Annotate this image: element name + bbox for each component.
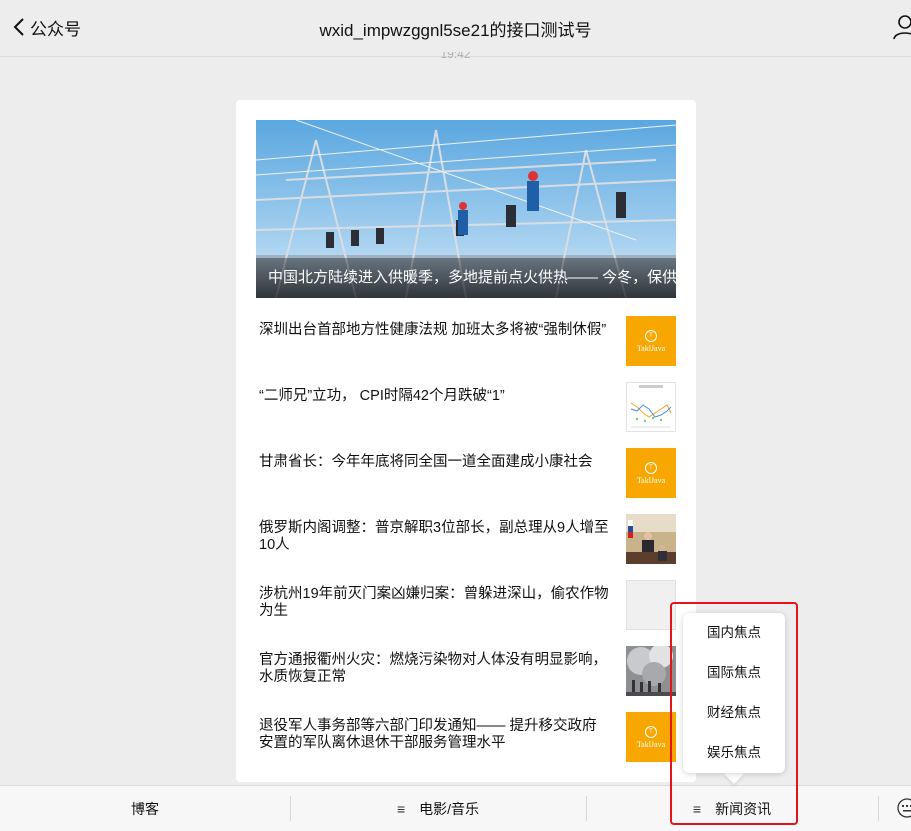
submenu-icon: ≡: [396, 800, 406, 817]
submenu-item-international[interactable]: 国际焦点: [683, 653, 785, 693]
article-item[interactable]: 退役军人事务部等六部门印发通知—— 提升移交政府安置的军队离休退休干部服务管理水…: [236, 694, 696, 762]
takljava-logo-thumbnail: T TaklJava: [626, 316, 676, 366]
article-item[interactable]: 涉杭州19年前灭门案凶嫌归案：曾躲进深山，偷农作物为生: [236, 562, 696, 630]
news-article-card: 中国北方陆续进入供暖季，多地提前点火供热—— 今冬，保供 深圳出台首部地方性健康…: [236, 100, 696, 782]
menu-tab-blog[interactable]: 博客: [0, 786, 290, 831]
message-timestamp: 19:42: [440, 52, 471, 60]
submenu-item-domestic[interactable]: 国内焦点: [683, 613, 785, 653]
article-item[interactable]: 深圳出台首部地方性健康法规 加班太多将被“强制休假” T TaklJava: [236, 298, 696, 366]
hero-article[interactable]: 中国北方陆续进入供暖季，多地提前点火供热—— 今冬，保供: [256, 120, 676, 298]
keyboard-toggle-icon[interactable]: [897, 798, 911, 818]
takljava-logo-thumbnail: T TaklJava: [626, 448, 676, 498]
article-title: 涉杭州19年前灭门案凶嫌归案：曾躲进深山，偷农作物为生: [259, 586, 609, 619]
article-list: 深圳出台首部地方性健康法规 加班太多将被“强制休假” T TaklJava “二…: [236, 298, 696, 762]
profile-icon[interactable]: [893, 14, 911, 40]
article-title: 甘肃省长：今年年底将同全国一道全面建成小康社会: [259, 454, 593, 470]
top-nav-bar: 公众号 wxid_impwzggnl5se21的接口测试号: [0, 0, 911, 57]
article-title: 退役军人事务部等六部门印发通知—— 提升移交政府安置的军队离休退休干部服务管理水…: [259, 718, 597, 751]
menu-tab-label: 电影/音乐: [419, 800, 480, 817]
article-title: “二师兄”立功， CPI时隔42个月跌破“1”: [259, 388, 505, 404]
submenu-item-entertainment[interactable]: 娱乐焦点: [683, 733, 785, 773]
chart-thumbnail: [626, 382, 676, 432]
page-title: wxid_impwzggnl5se21的接口测试号: [319, 21, 592, 40]
meeting-photo-thumbnail: [626, 514, 676, 564]
takljava-logo-thumbnail: T TaklJava: [626, 712, 676, 762]
smoke-photo-thumbnail: [626, 646, 676, 696]
submenu-icon: ≡: [692, 800, 702, 817]
menu-tab-label: 新闻资讯: [715, 800, 772, 817]
article-item[interactable]: 甘肃省长：今年年底将同全国一道全面建成小康社会 T TaklJava: [236, 430, 696, 498]
menu-tab-news[interactable]: ≡ 新闻资讯: [586, 786, 878, 831]
submenu-item-finance[interactable]: 财经焦点: [683, 693, 785, 733]
empty-thumbnail: [626, 580, 676, 630]
article-title: 俄罗斯内阁调整：普京解职3位部长，副总理从9人增至10人: [259, 520, 609, 553]
custom-menu-bar: 博客 ≡ 电影/音乐 ≡ 新闻资讯: [0, 785, 911, 831]
menu-tab-movie-music[interactable]: ≡ 电影/音乐: [290, 786, 586, 831]
hero-caption: 中国北方陆续进入供暖季，多地提前点火供热—— 今冬，保供: [256, 258, 676, 298]
news-submenu-popup: 国内焦点 国际焦点 财经焦点 娱乐焦点: [683, 613, 785, 773]
article-item[interactable]: “二师兄”立功， CPI时隔42个月跌破“1”: [236, 364, 696, 432]
article-title: 官方通报衢州火灾：燃烧污染物对人体没有明显影响，水质恢复正常: [259, 652, 607, 685]
menu-tab-label: 博客: [131, 800, 159, 817]
article-item[interactable]: 俄罗斯内阁调整：普京解职3位部长，副总理从9人增至10人: [236, 496, 696, 564]
article-title: 深圳出台首部地方性健康法规 加班太多将被“强制休假”: [259, 322, 607, 338]
menu-divider: [878, 796, 879, 821]
article-item[interactable]: 官方通报衢州火灾：燃烧污染物对人体没有明显影响，水质恢复正常: [236, 628, 696, 696]
